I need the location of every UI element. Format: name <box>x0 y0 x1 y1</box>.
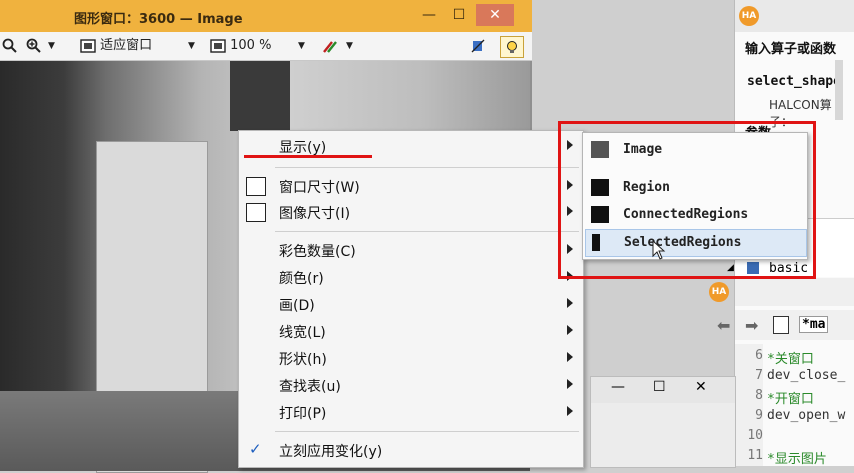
chevron-down-icon[interactable]: ▼ <box>188 36 195 56</box>
code-line: dev_open_w <box>767 408 846 423</box>
tab-main[interactable]: *ma <box>799 316 829 333</box>
menu-item-lookup-table[interactable]: 查找表(u) <box>239 372 583 398</box>
code-line: *关窗口 <box>767 352 814 367</box>
secondary-window-titlebar[interactable]: — ☐ ✕ <box>591 377 735 403</box>
chevron-right-icon <box>567 298 573 308</box>
chevron-right-icon <box>567 379 573 389</box>
editor-toolbar: ⬅ ➡ *ma <box>717 310 854 340</box>
menu-item-label: 窗口尺寸(W) <box>279 180 360 196</box>
chevron-right-icon <box>567 406 573 416</box>
secondary-window: — ☐ ✕ <box>590 376 736 468</box>
chevron-right-icon <box>567 352 573 362</box>
checkmark-icon: ✓ <box>249 440 262 458</box>
line-number: 9 <box>755 408 763 423</box>
code-line: *开窗口 <box>767 392 814 407</box>
close-button[interactable]: ✕ <box>476 4 514 26</box>
annotation-highlight-box <box>558 121 816 279</box>
line-number: 7 <box>755 368 763 383</box>
menu-item-shape[interactable]: 形状(h) <box>239 345 583 371</box>
chevron-down-icon[interactable]: ▼ <box>48 36 55 56</box>
menu-item-label: 图像尺寸(I) <box>279 206 351 222</box>
scrollbar[interactable] <box>835 60 843 120</box>
line-number: 10 <box>747 428 763 443</box>
chevron-right-icon <box>567 325 573 335</box>
menu-item-color[interactable]: 颜色(r) <box>239 264 583 290</box>
halcon-logo-icon: HA <box>739 6 759 26</box>
menu-item-draw[interactable]: 画(D) <box>239 291 583 317</box>
zoom-level-select[interactable]: 100 % <box>210 36 271 56</box>
menu-item-label: 颜色(r) <box>279 271 324 287</box>
graphics-toolbar: ▼ 适应窗口 ▼ 100 % ▼ ▼ <box>0 32 532 61</box>
menu-separator <box>275 167 579 168</box>
close-button[interactable]: ✕ <box>695 379 707 395</box>
editor-header: HA <box>709 278 854 306</box>
annotation-underline <box>244 155 372 158</box>
maximize-button[interactable]: ☐ <box>653 379 666 395</box>
operator-input-label: 输入算子或函数 <box>745 42 837 57</box>
menu-item-apply-changes[interactable]: ✓ 立刻应用变化(y) <box>239 437 583 463</box>
halcon-logo-icon: HA <box>709 282 729 302</box>
operator-window-header: HA <box>735 0 854 32</box>
maximize-button[interactable]: ☐ <box>440 4 478 26</box>
color-tool-icon[interactable] <box>322 36 338 56</box>
menu-item-label: 显示(y) <box>279 140 327 156</box>
minimize-button[interactable]: — <box>611 379 625 395</box>
menu-item-line-width[interactable]: 线宽(L) <box>239 318 583 344</box>
code-line: *显示图片 <box>767 452 827 467</box>
image-size-icon <box>246 203 266 222</box>
context-menu: 显示(y) 窗口尺寸(W) 图像尺寸(I) 彩色数量(C) 颜色(r) 画(D)… <box>238 130 584 468</box>
fit-window-label: 适应窗口 <box>100 38 153 53</box>
paste-icon[interactable] <box>773 316 789 334</box>
menu-item-image-size[interactable]: 图像尺寸(I) <box>239 199 583 225</box>
menu-item-label: 查找表(u) <box>279 379 341 395</box>
zoom-out-icon[interactable] <box>2 36 18 56</box>
code-line: dev_close_ <box>767 368 846 383</box>
line-number: 6 <box>755 348 763 363</box>
zoom-level-value: 100 % <box>230 38 272 53</box>
pixel-info-icon[interactable] <box>470 36 486 56</box>
graphics-window-title: 图形窗口：3600 — Image <box>74 12 243 27</box>
menu-item-print[interactable]: 打印(P) <box>239 399 583 425</box>
forward-arrow-icon[interactable]: ➡ <box>745 316 758 335</box>
menu-item-label: 立刻应用变化(y) <box>279 444 383 460</box>
lightbulb-icon[interactable] <box>500 36 524 58</box>
menu-item-label: 形状(h) <box>279 352 327 368</box>
menu-item-label: 打印(P) <box>279 406 327 422</box>
menu-item-label: 彩色数量(C) <box>279 244 356 260</box>
operator-name[interactable]: select_shape <box>747 74 841 89</box>
window-size-icon <box>246 177 266 196</box>
line-number: 8 <box>755 388 763 403</box>
image-content <box>230 61 290 131</box>
menu-item-label: 线宽(L) <box>279 325 326 341</box>
chevron-down-icon[interactable]: ▼ <box>346 36 353 56</box>
menu-separator <box>275 431 579 432</box>
graphics-window-titlebar[interactable]: 图形窗口：3600 — Image — ☐ ✕ <box>0 0 532 33</box>
zoom-in-icon[interactable] <box>26 36 42 56</box>
menu-item-label: 画(D) <box>279 298 315 314</box>
fit-window-button[interactable]: 适应窗口 <box>80 36 152 56</box>
menu-separator <box>275 231 579 232</box>
menu-item-color-count[interactable]: 彩色数量(C) <box>239 237 583 263</box>
menu-item-window-size[interactable]: 窗口尺寸(W) <box>239 173 583 199</box>
back-arrow-icon[interactable]: ⬅ <box>717 316 730 335</box>
line-number: 11 <box>747 448 763 463</box>
chevron-down-icon[interactable]: ▼ <box>298 36 305 56</box>
